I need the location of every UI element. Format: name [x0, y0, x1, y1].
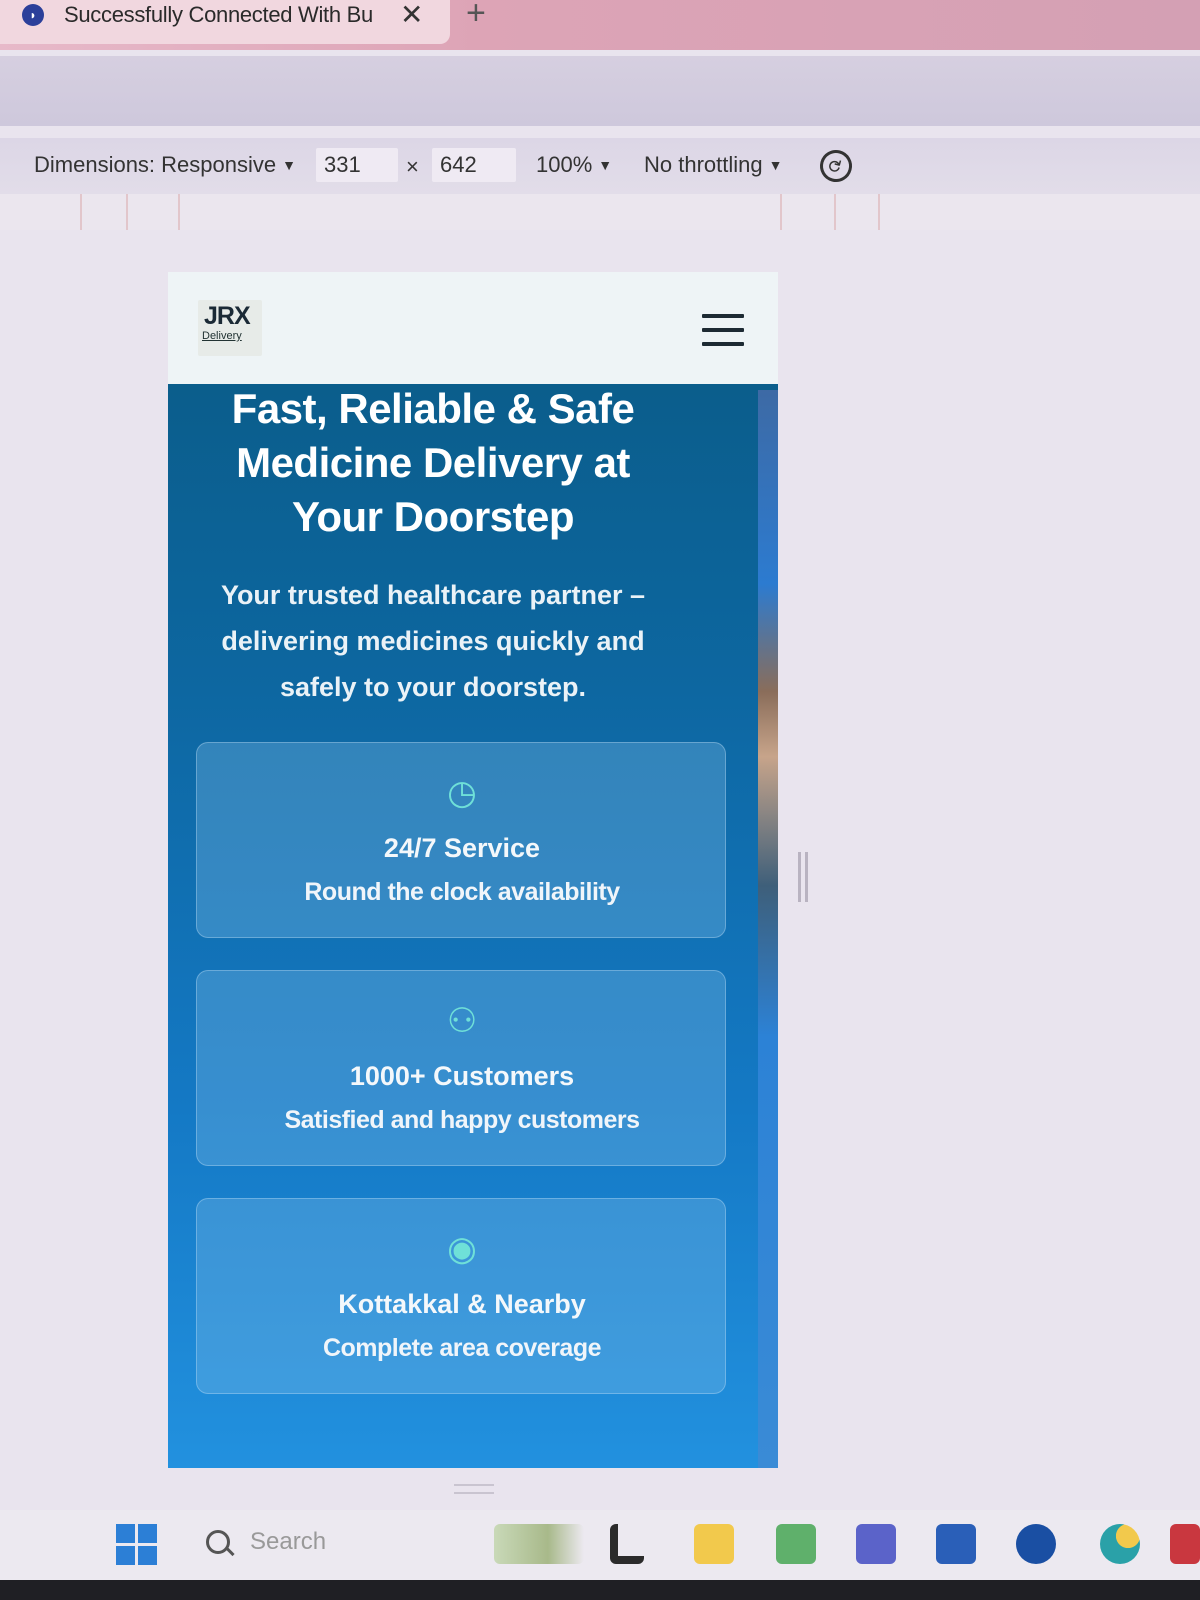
- dimensions-dropdown[interactable]: Dimensions: Responsive ▼: [34, 152, 296, 178]
- search-icon: [206, 1530, 230, 1554]
- map-pin-icon: ◉: [447, 1230, 477, 1268]
- chevron-down-icon: ▼: [768, 157, 783, 173]
- task-view-icon[interactable]: [610, 1524, 644, 1564]
- hamburger-menu-icon[interactable]: [702, 314, 744, 348]
- teams-icon[interactable]: [856, 1524, 896, 1564]
- stat-title: 24/7 Service: [383, 833, 541, 863]
- hp-icon[interactable]: [1016, 1524, 1056, 1564]
- browser-tab-strip: ◗ Successfully Connected With Bu ✕ +: [0, 0, 1200, 50]
- width-input[interactable]: 331: [316, 148, 398, 182]
- stat-card-service: ◷ 24/7 Service Round the clock availabil…: [196, 742, 726, 938]
- os-taskbar: Search: [0, 1510, 1200, 1580]
- dimensions-label: Dimensions: Responsive: [34, 152, 277, 177]
- browser-toolbar: [0, 56, 1200, 126]
- site-logo[interactable]: JRX Delivery: [198, 300, 262, 356]
- site-header: JRX Delivery: [168, 272, 778, 384]
- height-input[interactable]: 642: [432, 148, 516, 182]
- stat-card-customers: ⚇ 1000+ Customers Satisfied and happy cu…: [196, 970, 726, 1166]
- logo-mark: JRX: [204, 302, 251, 330]
- taskbar-search[interactable]: Search: [204, 1524, 464, 1564]
- hero-subtitle: Your trusted healthcare partner – delive…: [220, 580, 646, 702]
- stat-card-coverage: ◉ Kottakkal & Nearby Complete area cover…: [196, 1198, 726, 1394]
- throttling-label: No throttling: [644, 152, 763, 177]
- hero-title: Fast, Reliable & Safe Medicine Delivery …: [231, 385, 635, 540]
- tab-close-icon[interactable]: ✕: [400, 0, 423, 31]
- throttling-dropdown[interactable]: No throttling ▼: [644, 152, 782, 178]
- widgets-icon[interactable]: [494, 1524, 584, 1564]
- zoom-dropdown[interactable]: 100% ▼: [536, 152, 612, 178]
- rotate-icon[interactable]: ⟳: [814, 144, 858, 188]
- stat-description: Complete area coverage: [322, 1334, 602, 1362]
- stat-description: Round the clock availability: [304, 878, 620, 906]
- stat-title: Kottakkal & Nearby: [338, 1289, 586, 1319]
- stat-description: Satisfied and happy customers: [284, 1106, 640, 1134]
- chevron-down-icon: ▼: [282, 157, 296, 173]
- viewport-bottom-resize-handle[interactable]: [454, 1484, 494, 1494]
- screen-bezel: [0, 1580, 1200, 1600]
- store-icon[interactable]: [936, 1524, 976, 1564]
- tab-title: Successfully Connected With Bu: [64, 2, 373, 27]
- chevron-down-icon: ▼: [598, 157, 613, 173]
- zoom-label: 100%: [536, 152, 593, 177]
- chrome-icon[interactable]: [1100, 1524, 1140, 1564]
- app-icon[interactable]: [776, 1524, 816, 1564]
- browser-tab[interactable]: ◗ Successfully Connected With Bu ✕: [0, 0, 450, 44]
- favicon-icon: ◗: [22, 4, 44, 26]
- search-placeholder: Search: [250, 1528, 327, 1555]
- logo-subtitle: Delivery: [202, 330, 242, 342]
- new-tab-button[interactable]: +: [466, 0, 486, 33]
- windows-start-icon[interactable]: [116, 1524, 158, 1566]
- file-explorer-icon[interactable]: [694, 1524, 734, 1564]
- media-query-ruler: [0, 194, 1200, 230]
- viewport-resize-handle[interactable]: [798, 852, 808, 902]
- stat-title: 1000+ Customers: [349, 1061, 575, 1091]
- device-toolbar: Dimensions: Responsive ▼ 331 × 642 100% ▼ …: [0, 138, 1200, 194]
- device-viewport: JRX Delivery Fast, Reliable & Safe Medic…: [168, 272, 778, 1468]
- dimension-separator: ×: [406, 154, 419, 179]
- app-icon[interactable]: [1170, 1524, 1200, 1564]
- users-icon: ⚇: [446, 1002, 478, 1040]
- hero-background-photo: [758, 390, 778, 1468]
- clock-icon: ◷: [447, 774, 477, 812]
